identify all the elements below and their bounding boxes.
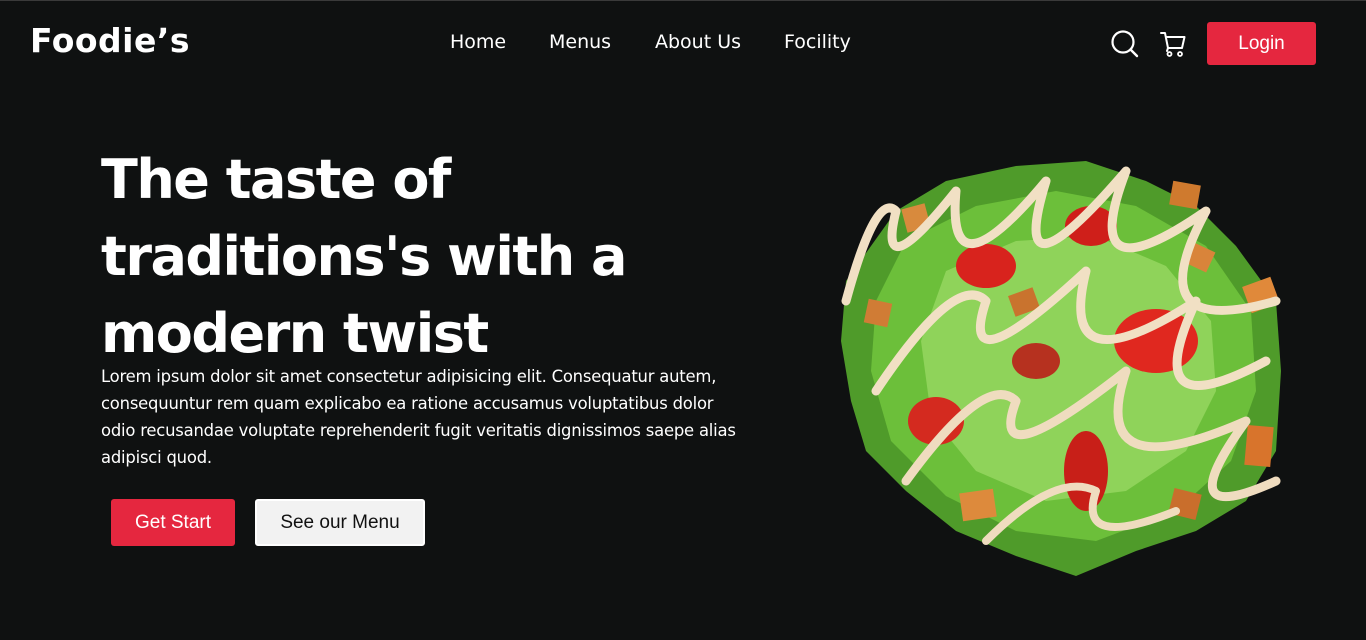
nav-link-home[interactable]: Home bbox=[450, 31, 506, 53]
brand-logo[interactable]: Foodie’s bbox=[30, 21, 190, 60]
search-icon bbox=[1111, 30, 1139, 58]
hero-title: The taste of traditions's with a modern … bbox=[101, 141, 661, 372]
get-start-button[interactable]: Get Start bbox=[111, 499, 235, 546]
nav-link-menus[interactable]: Menus bbox=[549, 31, 611, 53]
see-menu-button[interactable]: See our Menu bbox=[255, 499, 425, 546]
search-button[interactable] bbox=[1110, 29, 1140, 59]
hero-description: Lorem ipsum dolor sit amet consectetur a… bbox=[101, 367, 736, 467]
cart-button[interactable] bbox=[1158, 29, 1188, 59]
hero-title-line: modern twist bbox=[101, 302, 489, 365]
cart-icon bbox=[1160, 32, 1186, 57]
login-button[interactable]: Login bbox=[1207, 22, 1316, 65]
nav-link-facility[interactable]: Focility bbox=[784, 31, 851, 53]
hero-title-line: traditions's with a bbox=[101, 225, 627, 288]
hero-title-line: The taste of bbox=[101, 148, 451, 211]
nav-link-about-us[interactable]: About Us bbox=[655, 31, 741, 53]
navbar: Foodie’s Home Menus About Us Focility Lo… bbox=[0, 1, 1366, 85]
salad-image bbox=[836, 151, 1288, 581]
